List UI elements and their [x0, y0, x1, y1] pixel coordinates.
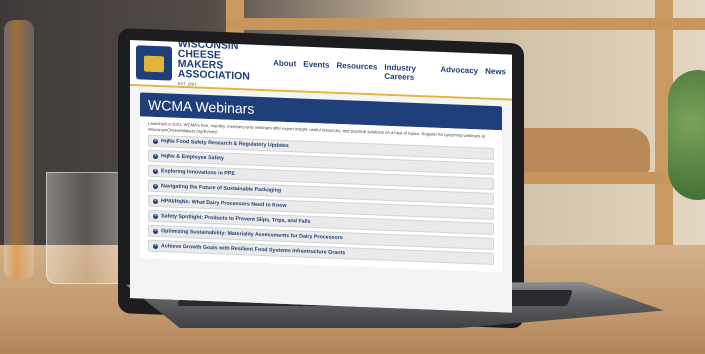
laptop-screen: WISCONSIN CHEESE MAKERS ASSOCIATION EST.… — [130, 40, 512, 313]
drinking-glass — [46, 172, 126, 284]
photo-scene: WISCONSIN CHEESE MAKERS ASSOCIATION EST.… — [0, 0, 705, 354]
plus-icon: + — [153, 242, 158, 249]
main-nav: About Events Resources Industry Careers … — [273, 58, 506, 85]
webinar-label: Optimizing Sustainability: Materiality A… — [161, 228, 343, 242]
plus-icon: + — [153, 197, 158, 204]
main-content: WCMA Webinars Launched in 2021, WCMA's f… — [130, 86, 512, 313]
nav-events[interactable]: Events — [303, 60, 329, 79]
webinar-label: Navigating the Future of Sustainable Pac… — [161, 183, 282, 194]
nav-advocacy[interactable]: Advocacy — [440, 65, 478, 84]
plus-icon: + — [153, 167, 158, 174]
plus-icon: + — [153, 212, 158, 219]
webinar-label: HqNs Food Safety Research & Regulatory U… — [161, 138, 289, 150]
webinar-label: HPAI/HqNs: What Dairy Processors Need to… — [161, 198, 287, 210]
shelf-board — [226, 18, 705, 30]
webinar-label: Exploring Innovations in PPE — [161, 168, 235, 178]
plus-icon: + — [153, 152, 158, 159]
plus-icon: + — [153, 227, 158, 234]
bottle — [4, 20, 34, 280]
nav-news[interactable]: News — [485, 67, 506, 86]
plus-icon: + — [153, 137, 158, 144]
webinar-panel: Launched in 2021, WCMA's free, monthly, … — [140, 116, 502, 273]
plus-icon: + — [153, 182, 158, 189]
cheese-wedge — [510, 128, 650, 172]
webinar-label: HqNs & Employee Safety — [161, 153, 224, 162]
plant — [668, 70, 705, 200]
nav-resources[interactable]: Resources — [336, 61, 377, 81]
webinar-label: Achieve Growth Goals with Resilient Food… — [161, 243, 346, 257]
nav-about[interactable]: About — [273, 58, 296, 77]
webinar-label: Safety Spotlight: Products to Prevent Sl… — [161, 213, 311, 225]
org-name[interactable]: WISCONSIN CHEESE MAKERS ASSOCIATION EST.… — [178, 40, 267, 92]
nav-industry-careers[interactable]: Industry Careers — [384, 63, 433, 83]
wcma-logo-icon[interactable] — [136, 45, 172, 81]
